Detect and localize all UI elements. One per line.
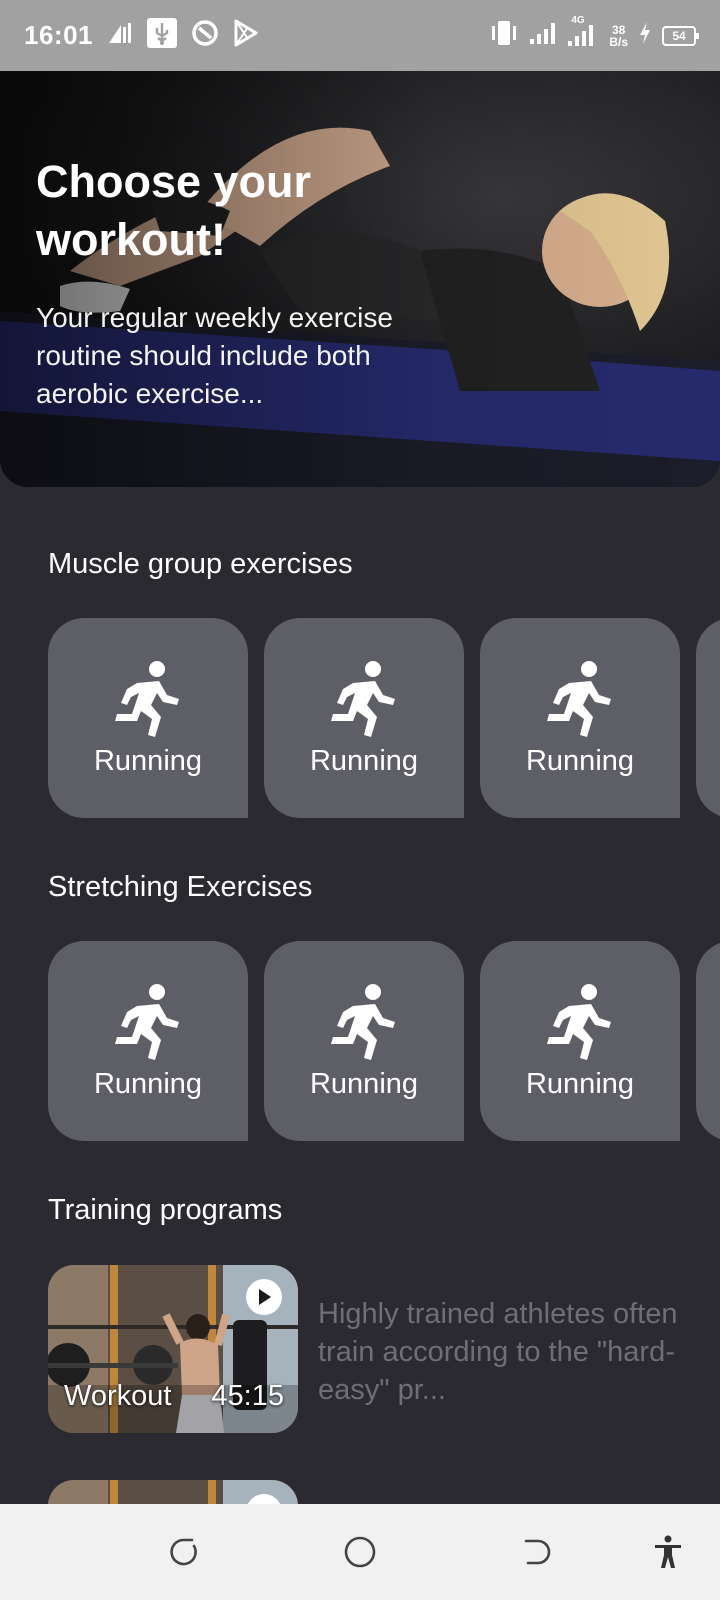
signal-icon (529, 21, 557, 50)
home-icon (344, 1536, 376, 1568)
exercise-card-partial[interactable] (696, 618, 720, 818)
stretching-cards[interactable]: Running Running Running (48, 941, 720, 1141)
navigation-bar (0, 1504, 720, 1600)
program-name: Workout (64, 1380, 172, 1412)
running-icon (115, 983, 179, 1060)
hero-image (0, 71, 720, 487)
program-description: Highly trained athletes often train acco… (318, 1298, 678, 1406)
vpn-icon (191, 19, 219, 52)
card-label: Running (309, 1067, 419, 1100)
hero-title: Choose your workout! (36, 156, 312, 265)
thumbnail-caption: Workout 45:15 (64, 1380, 284, 1413)
accessibility-icon (655, 1535, 681, 1568)
usb-icon (147, 18, 177, 53)
training-program-item[interactable]: Workout 45:15 Highly trained athletes of… (48, 1265, 688, 1433)
recent-apps-button[interactable] (166, 1534, 202, 1570)
program-thumbnail[interactable]: Workout 45:15 (48, 1265, 298, 1433)
status-left-icons (107, 18, 259, 53)
card-label: Running (525, 744, 635, 777)
net-speed-unit: B/s (609, 34, 628, 49)
program-duration: 45:15 (211, 1380, 284, 1412)
network-type-label: 4G (571, 15, 585, 26)
exercise-card[interactable]: Running (480, 618, 680, 818)
running-icon (331, 983, 395, 1060)
section-title-muscle-group: Muscle group exercises (48, 548, 353, 580)
muscle-group-cards[interactable]: Running Running Running (48, 618, 720, 818)
running-icon (115, 660, 179, 737)
signal-4g-icon: 4G (567, 15, 599, 52)
running-icon (331, 660, 395, 737)
exercise-card[interactable]: Running (48, 618, 248, 818)
status-bar: 16:01 4G 38 B/s 54 (0, 0, 720, 71)
play-store-icon (233, 19, 259, 52)
home-button[interactable] (342, 1534, 378, 1570)
battery-level: 54 (672, 28, 686, 43)
card-label: Running (525, 1067, 635, 1100)
exercise-card[interactable]: Running (264, 941, 464, 1141)
section-title-training: Training programs (48, 1194, 283, 1226)
running-icon (547, 660, 611, 737)
exercise-card[interactable]: Running (48, 941, 248, 1141)
card-label: Running (93, 744, 203, 777)
charging-icon (638, 21, 652, 50)
exercise-card-partial[interactable] (696, 941, 720, 1141)
exercise-card[interactable]: Running (480, 941, 680, 1141)
sim-data-icon (107, 21, 133, 50)
section-title-stretching: Stretching Exercises (48, 871, 313, 903)
status-time: 16:01 (24, 20, 93, 50)
accessibility-button[interactable] (650, 1534, 686, 1570)
hero-description: Your regular weekly exercise routine sho… (36, 302, 393, 409)
net-speed-value: 38 (611, 22, 626, 37)
exercise-card[interactable]: Running (264, 618, 464, 818)
card-label: Running (93, 1067, 203, 1100)
card-label: Running (309, 744, 419, 777)
back-icon (524, 1539, 551, 1565)
play-icon (259, 1289, 271, 1305)
running-icon (547, 983, 611, 1060)
battery-icon: 54 (662, 25, 699, 46)
back-button[interactable] (518, 1534, 554, 1570)
play-button[interactable] (246, 1279, 282, 1315)
net-speed: 38 B/s (609, 24, 628, 48)
hero-banner[interactable]: Choose your workout! Your regular weekly… (0, 71, 720, 487)
vibrate-icon (489, 20, 519, 51)
status-right-icons: 4G 38 B/s 54 (489, 15, 699, 52)
recent-apps-icon (170, 1538, 197, 1566)
